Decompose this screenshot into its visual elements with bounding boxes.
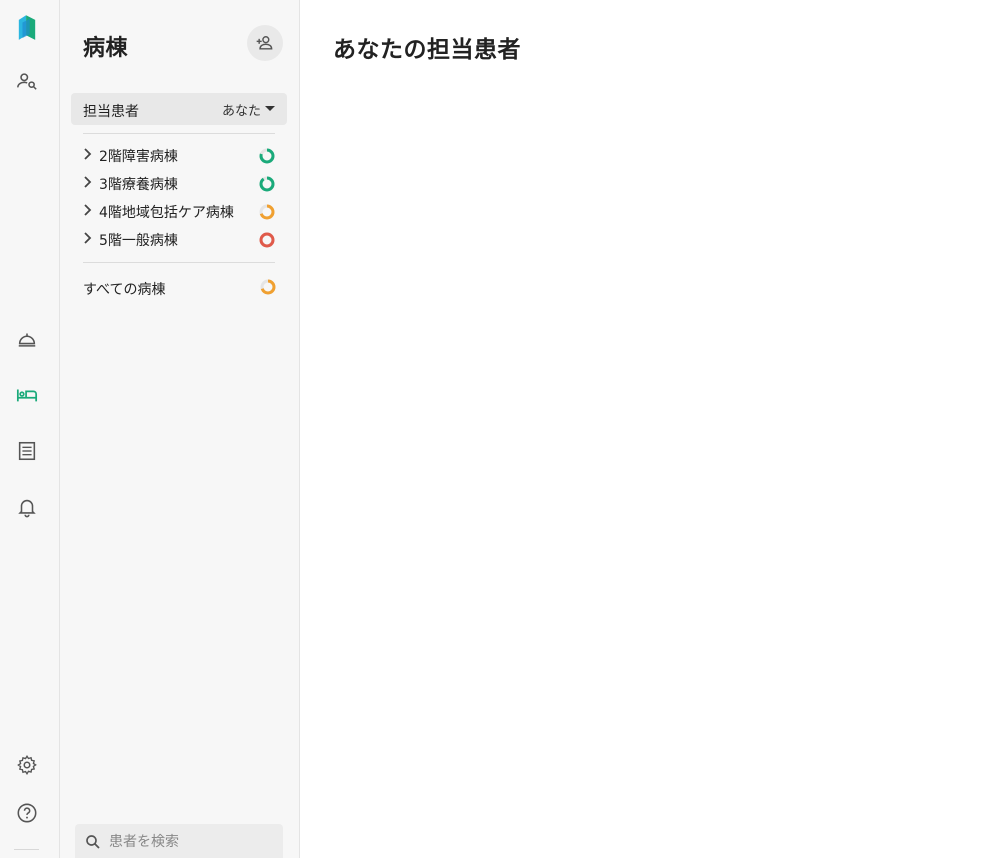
occupancy-ring-icon: [259, 148, 275, 164]
list-icon[interactable]: [14, 438, 40, 464]
ward-label: 3階療養病棟: [99, 177, 178, 193]
all-wards-item[interactable]: すべての病棟: [83, 275, 277, 301]
filter-value: あなた: [221, 104, 261, 119]
divider: [83, 133, 275, 134]
icon-rail: [0, 0, 60, 858]
ward-label: 5階一般病棟: [99, 233, 178, 249]
help-icon[interactable]: [14, 800, 40, 826]
occupancy-ring-icon: [259, 204, 275, 220]
ward-panel: 病棟 担当患者 あなた 2階障害病棟 3階療養病棟 4階地域包括ケア病棟 5階一…: [60, 0, 300, 858]
patient-search-icon[interactable]: [14, 68, 40, 94]
ward-label: 2階障害病棟: [99, 149, 178, 165]
logo-icon[interactable]: [14, 15, 40, 41]
panel-title: 病棟: [83, 36, 129, 61]
patient-search-box: [75, 824, 283, 858]
occupancy-ring-icon: [260, 279, 276, 295]
rail-divider: [14, 849, 39, 850]
page-title: あなたの担当患者: [333, 37, 521, 63]
divider: [83, 262, 275, 263]
occupancy-ring-icon: [259, 176, 275, 192]
assignee-filter-dropdown[interactable]: 担当患者 あなた: [71, 93, 287, 125]
caret-down-icon: [265, 106, 275, 111]
occupancy-ring-icon: [259, 232, 275, 248]
gear-icon[interactable]: [14, 752, 40, 778]
person-add-icon: [256, 36, 273, 50]
filter-label: 担当患者: [83, 104, 139, 120]
search-icon: [86, 835, 100, 849]
all-wards-label: すべての病棟: [83, 282, 166, 298]
chevron-right-icon: [84, 204, 92, 216]
call-bell-icon[interactable]: [14, 326, 40, 352]
ward-item-4f[interactable]: 4階地域包括ケア病棟: [80, 199, 280, 225]
bell-icon[interactable]: [14, 494, 40, 520]
chevron-right-icon: [84, 232, 92, 244]
ward-item-5f[interactable]: 5階一般病棟: [80, 227, 280, 253]
ward-label: 4階地域包括ケア病棟: [99, 205, 234, 221]
ward-item-3f[interactable]: 3階療養病棟: [80, 171, 280, 197]
chevron-right-icon: [84, 148, 92, 160]
patient-search-input[interactable]: [109, 830, 277, 854]
chevron-right-icon: [84, 176, 92, 188]
bed-icon[interactable]: [14, 382, 40, 408]
add-patient-button[interactable]: [247, 25, 283, 61]
ward-item-2f[interactable]: 2階障害病棟: [80, 143, 280, 169]
